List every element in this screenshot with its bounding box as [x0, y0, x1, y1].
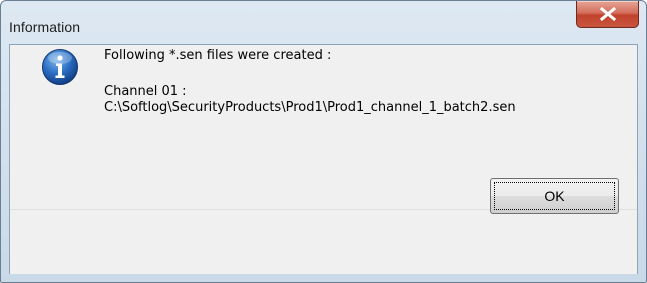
window-title: Information: [9, 19, 81, 35]
information-icon: [42, 49, 78, 85]
title-bar[interactable]: Information: [1, 1, 646, 43]
button-strip: [10, 209, 637, 274]
channel-label: Channel 01 :: [104, 84, 187, 99]
ok-button-label: OK: [494, 182, 615, 210]
file-path: C:\Softlog\SecurityProducts\Prod1\Prod1_…: [104, 100, 516, 115]
message-heading: Following *.sen files were created :: [104, 48, 332, 63]
information-dialog: Information Following *.sen files were c…: [0, 0, 647, 283]
close-icon: [599, 7, 617, 21]
ok-button[interactable]: OK: [490, 178, 619, 214]
close-button[interactable]: [576, 1, 639, 28]
message-text: Following *.sen files were created : Cha…: [104, 48, 516, 116]
